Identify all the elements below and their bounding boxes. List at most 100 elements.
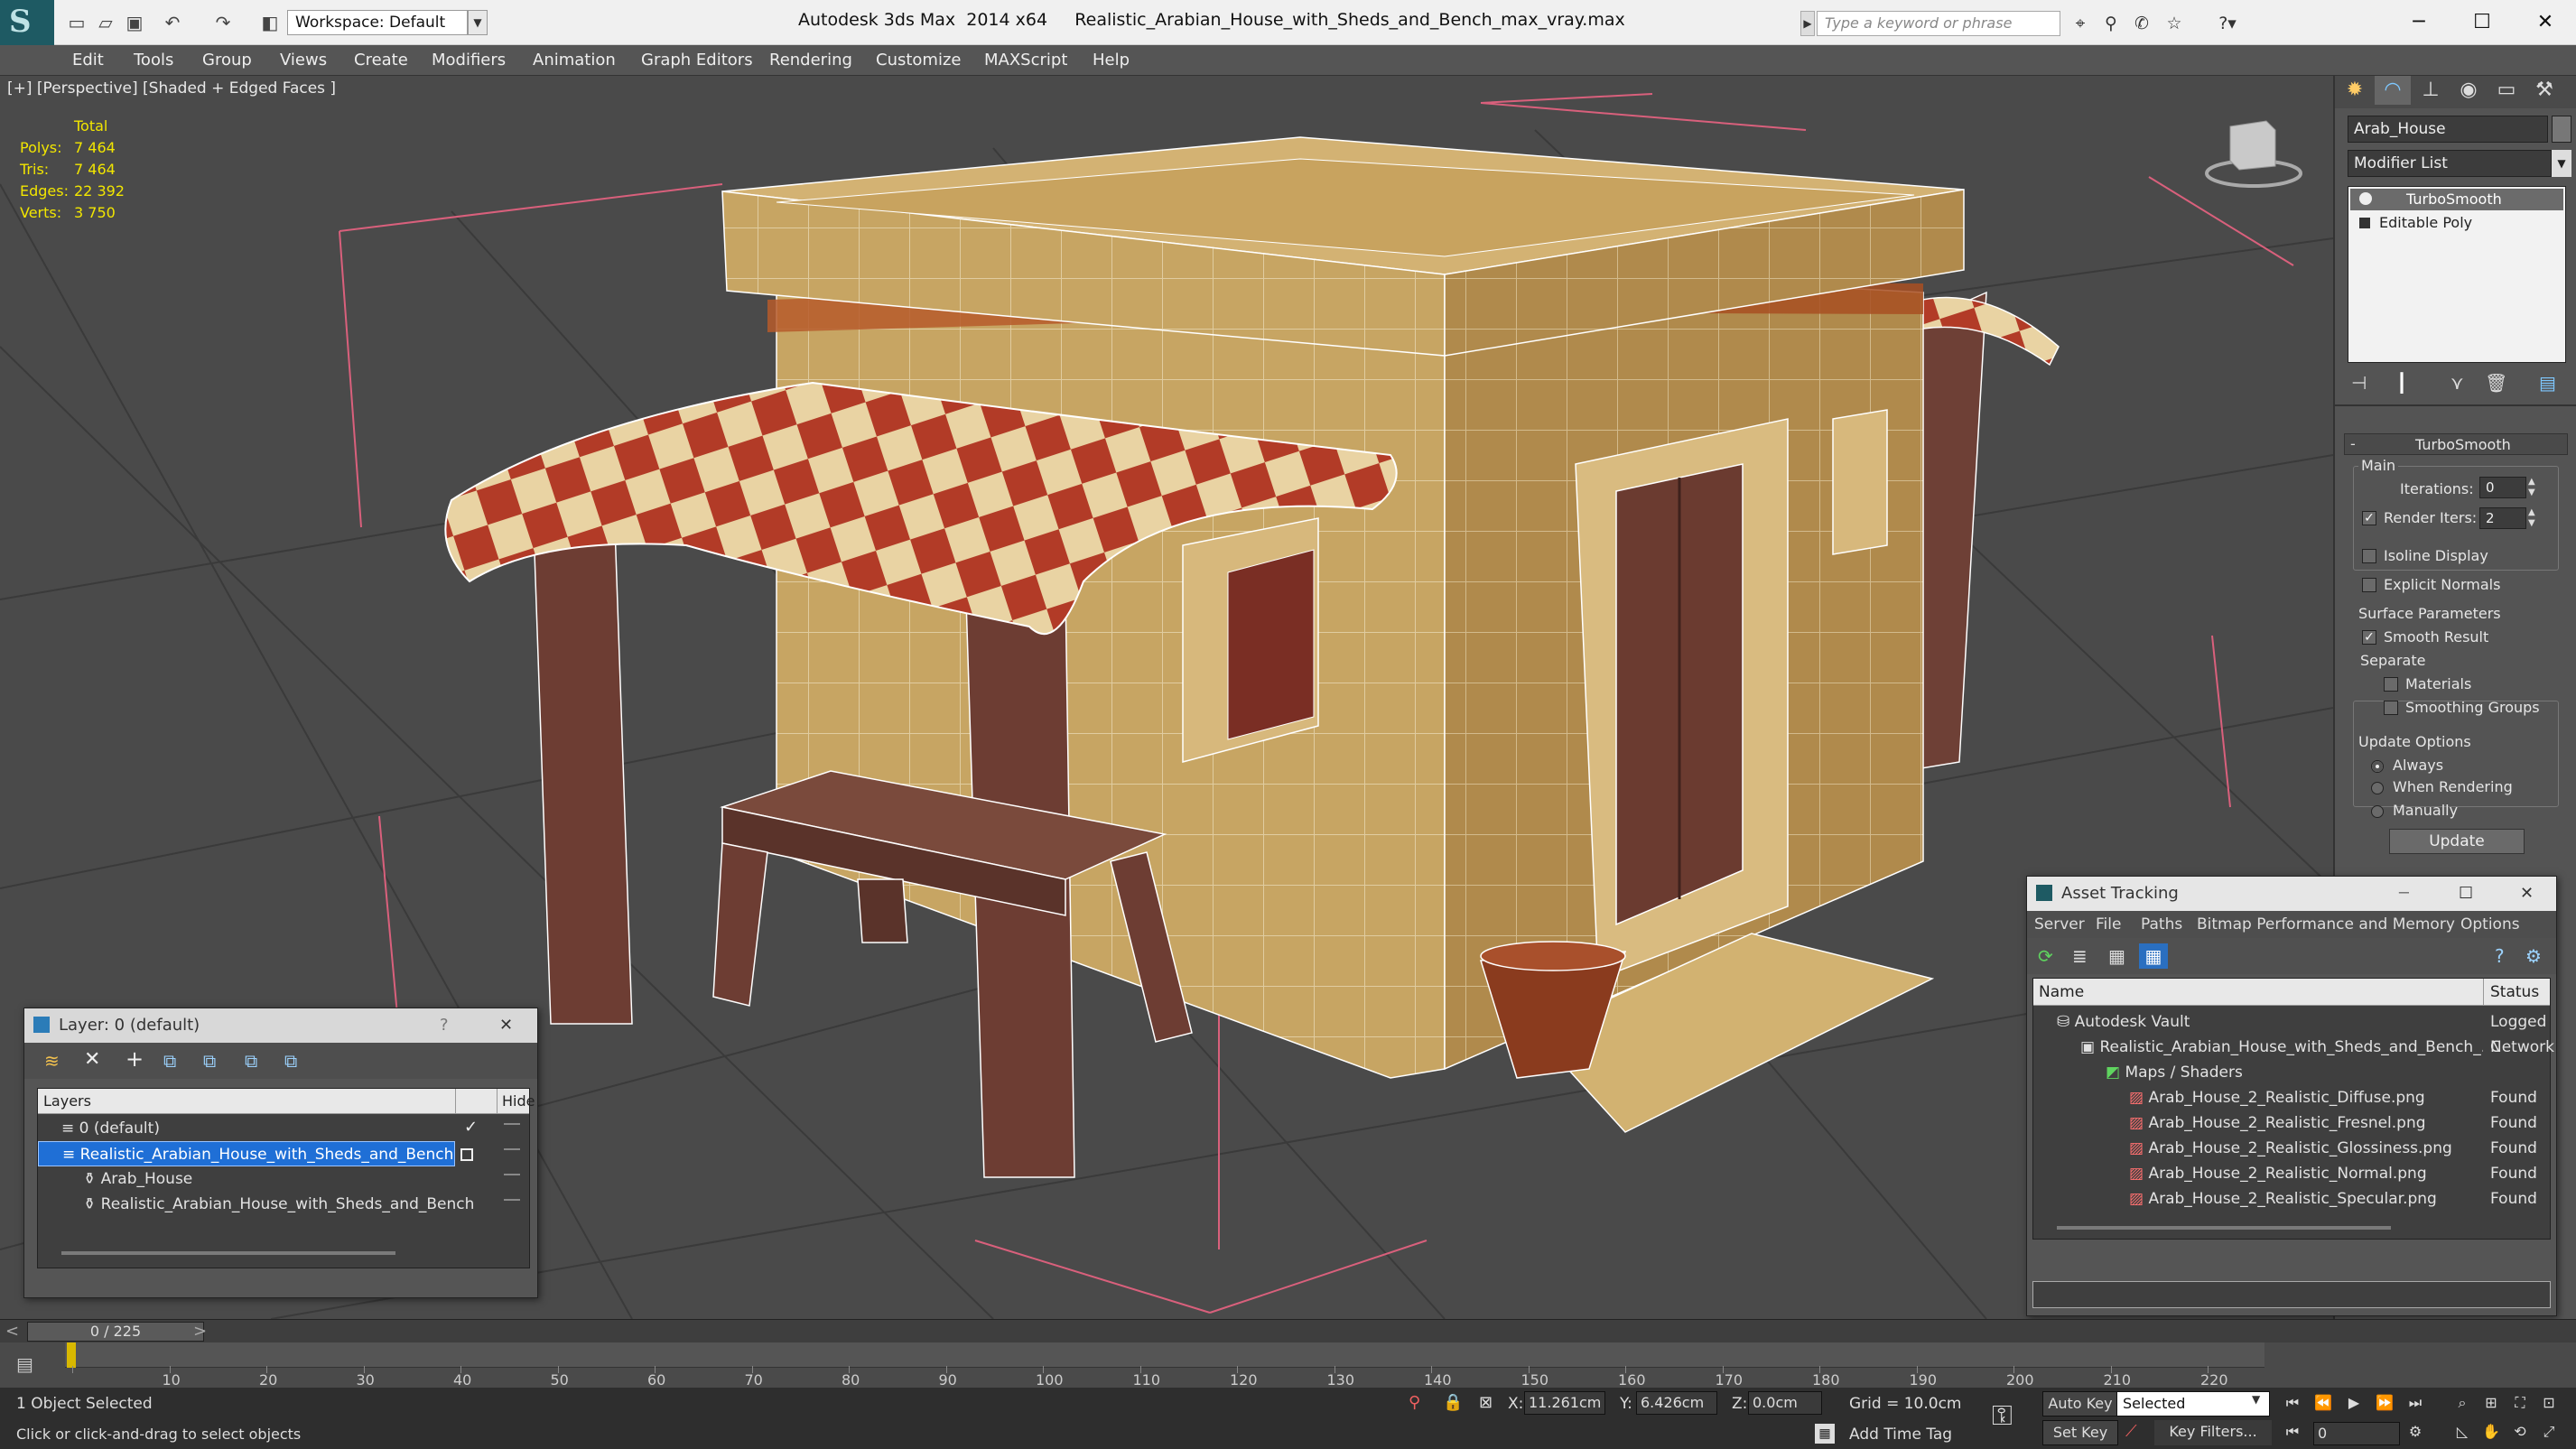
x-coordinate-field[interactable]: 11.261cm bbox=[1524, 1391, 1605, 1415]
list-view-icon[interactable]: ≣ bbox=[2072, 945, 2088, 967]
select-layer-icon[interactable]: ⧉ bbox=[245, 1050, 257, 1072]
when-rendering-radio[interactable] bbox=[2371, 782, 2384, 794]
isolate-selection-icon[interactable]: ⚲ bbox=[1409, 1393, 1420, 1412]
previous-frame-icon[interactable]: ⏪ bbox=[2310, 1391, 2337, 1415]
key-mode-toggle-icon[interactable]: ⏮ bbox=[2279, 1420, 2306, 1444]
smoothing-groups-checkbox[interactable] bbox=[2384, 701, 2398, 715]
make-unique-icon[interactable]: ⋎ bbox=[2450, 372, 2464, 394]
time-tag-icon[interactable]: ▦ bbox=[1815, 1424, 1835, 1444]
smooth-result-checkbox[interactable]: ✓ bbox=[2362, 630, 2376, 645]
col-status[interactable]: Status bbox=[2490, 983, 2539, 1001]
chevron-down-icon[interactable]: ▼ bbox=[2552, 150, 2571, 177]
new-file-icon[interactable]: ▭ bbox=[65, 11, 88, 34]
layer-manager-icon[interactable]: ≋ bbox=[44, 1050, 60, 1072]
subscription-icon[interactable]: ⚲ bbox=[2098, 12, 2124, 35]
menu-modifiers[interactable]: Modifiers bbox=[432, 51, 506, 70]
update-button[interactable]: Update bbox=[2389, 829, 2525, 854]
pin-stack-icon[interactable]: ⊣ bbox=[2351, 372, 2367, 394]
spinner-arrows-icon[interactable]: ▲ ▼ bbox=[2528, 477, 2535, 498]
current-layer-box-icon[interactable] bbox=[460, 1148, 473, 1161]
menu-group[interactable]: Group bbox=[202, 51, 252, 70]
expand-icon[interactable] bbox=[2359, 218, 2370, 228]
zoom-all-icon[interactable]: ⊞ bbox=[2478, 1391, 2505, 1415]
curve-editor-icon[interactable]: ▤ bbox=[16, 1353, 33, 1375]
menu-views[interactable]: Views bbox=[280, 51, 327, 70]
undo-icon[interactable]: ↶ bbox=[161, 11, 184, 34]
menu-create[interactable]: Create bbox=[354, 51, 408, 70]
asset-row[interactable]: ▨ Arab_House_2_Realistic_Normal.png bbox=[2129, 1161, 2483, 1186]
open-file-icon[interactable]: ▱ bbox=[94, 11, 117, 34]
asset-row[interactable]: ⛁ Autodesk Vault bbox=[2057, 1009, 2481, 1035]
menu-animation[interactable]: Animation bbox=[533, 51, 616, 70]
maximize-viewport-icon[interactable]: ⤢ bbox=[2535, 1420, 2562, 1444]
select-objects-icon[interactable]: ⧉ bbox=[203, 1050, 216, 1072]
create-layer-icon[interactable]: + bbox=[126, 1046, 144, 1072]
play-icon[interactable]: ▶ bbox=[2340, 1391, 2367, 1415]
next-frame-icon[interactable]: > bbox=[193, 1322, 207, 1341]
key-mode-dropdown[interactable]: Selected bbox=[2116, 1391, 2270, 1416]
binoculars-icon[interactable]: ⌖ bbox=[2068, 12, 2093, 35]
object-name-field[interactable]: Arab_House bbox=[2348, 116, 2548, 143]
menu-help[interactable]: Help bbox=[1093, 51, 1130, 70]
hierarchy-tab-icon[interactable]: ⊥ bbox=[2413, 76, 2449, 105]
lock-icon[interactable]: 🔒 bbox=[1443, 1393, 1463, 1412]
search-input[interactable]: Type a keyword or phrase bbox=[1817, 11, 2060, 36]
maximize-icon[interactable]: ☐ bbox=[2459, 877, 2473, 911]
hide-toggle-icon[interactable] bbox=[504, 1174, 520, 1175]
chevron-down-icon[interactable]: ▼ bbox=[468, 10, 488, 35]
motion-tab-icon[interactable]: ◉ bbox=[2450, 76, 2487, 105]
asset-path-field[interactable] bbox=[2032, 1281, 2551, 1308]
checkmark-icon[interactable]: ✓ bbox=[464, 1118, 478, 1137]
maximize-icon[interactable]: ☐ bbox=[2461, 5, 2503, 40]
asset-row[interactable]: ▨ Arab_House_2_Realistic_Fresnel.png bbox=[2129, 1110, 2483, 1136]
help-icon[interactable]: ?▾ bbox=[2212, 12, 2243, 35]
col-layers[interactable]: Layers bbox=[43, 1092, 91, 1110]
refresh-icon[interactable]: ⟳ bbox=[2038, 945, 2053, 967]
save-file-icon[interactable]: ▣ bbox=[123, 11, 146, 34]
close-icon[interactable]: ✕ bbox=[2520, 877, 2534, 911]
menu-file[interactable]: File bbox=[2096, 915, 2121, 933]
help-icon[interactable]: ? bbox=[440, 1008, 449, 1043]
set-key-icon[interactable]: ⟋ bbox=[2125, 1422, 2137, 1441]
spinner-arrows-icon[interactable]: ▲ ▼ bbox=[2528, 507, 2535, 529]
set-current-layer-icon[interactable]: ⧉ bbox=[284, 1050, 297, 1072]
hide-toggle-icon[interactable] bbox=[504, 1199, 520, 1201]
time-configuration-icon[interactable]: ⚙ bbox=[2402, 1420, 2429, 1444]
absolute-mode-icon[interactable]: ⊠ bbox=[1479, 1393, 1493, 1412]
object-row[interactable]: ⚱ Realistic_Arabian_House_with_Sheds_and… bbox=[38, 1192, 529, 1217]
key-icon[interactable]: ⚿ bbox=[1992, 1400, 2013, 1432]
key-filters-button[interactable]: Key Filters... bbox=[2154, 1420, 2272, 1445]
field-of-view-icon[interactable]: ◺ bbox=[2449, 1420, 2476, 1444]
menu-maxscript[interactable]: MAXScript bbox=[984, 51, 1067, 70]
create-tab-icon[interactable]: ✹ bbox=[2337, 76, 2373, 105]
iterations-spinner[interactable]: 0 bbox=[2479, 477, 2526, 498]
vault-icon[interactable]: ⚙ bbox=[2525, 945, 2542, 967]
asset-row[interactable]: ▨ Arab_House_2_Realistic_Specular.png bbox=[2129, 1186, 2483, 1212]
object-row[interactable]: ⚱ Arab_House bbox=[38, 1166, 529, 1192]
orbit-icon[interactable]: ⟲ bbox=[2506, 1420, 2534, 1444]
set-key-button[interactable]: Set Key bbox=[2042, 1420, 2118, 1445]
lightbulb-icon[interactable] bbox=[2359, 192, 2372, 205]
zoom-extents-all-icon[interactable]: ⊡ bbox=[2535, 1391, 2562, 1415]
col-name[interactable]: Name bbox=[2039, 983, 2084, 1001]
menu-options[interactable]: Options bbox=[2460, 915, 2520, 933]
object-color-swatch[interactable] bbox=[2552, 116, 2571, 143]
configure-sets-icon[interactable]: ▤ bbox=[2539, 372, 2556, 394]
close-icon[interactable]: ✕ bbox=[2525, 5, 2566, 40]
hide-toggle-icon[interactable] bbox=[504, 1123, 520, 1125]
isoline-display-checkbox[interactable] bbox=[2362, 549, 2376, 563]
asset-row[interactable]: ▣ Realistic_Arabian_House_with_Sheds_and… bbox=[2080, 1035, 2483, 1060]
zoom-extents-icon[interactable]: ⛶ bbox=[2506, 1391, 2534, 1415]
minimize-icon[interactable]: ─ bbox=[2399, 877, 2409, 911]
prev-frame-icon[interactable]: < bbox=[5, 1322, 19, 1341]
hide-toggle-icon[interactable] bbox=[504, 1148, 520, 1150]
track-bar[interactable]: ▤ 10 20 30 40 50 60 70 80 90 100 110 120 130 140 150 16… bbox=[0, 1342, 2576, 1389]
display-tab-icon[interactable]: ▭ bbox=[2488, 76, 2525, 105]
expand-search-icon[interactable]: ▶ bbox=[1800, 11, 1815, 36]
close-icon[interactable]: ✕ bbox=[499, 1008, 513, 1043]
time-slider[interactable]: < 0 / 225 > bbox=[0, 1319, 2576, 1342]
layer-dialog-titlebar[interactable]: Layer: 0 (default) ? ✕ bbox=[24, 1008, 537, 1043]
auto-key-button[interactable]: Auto Key bbox=[2042, 1391, 2118, 1416]
z-coordinate-field[interactable]: 0.0cm bbox=[1748, 1391, 1822, 1415]
menu-edit[interactable]: Edit bbox=[72, 51, 104, 70]
